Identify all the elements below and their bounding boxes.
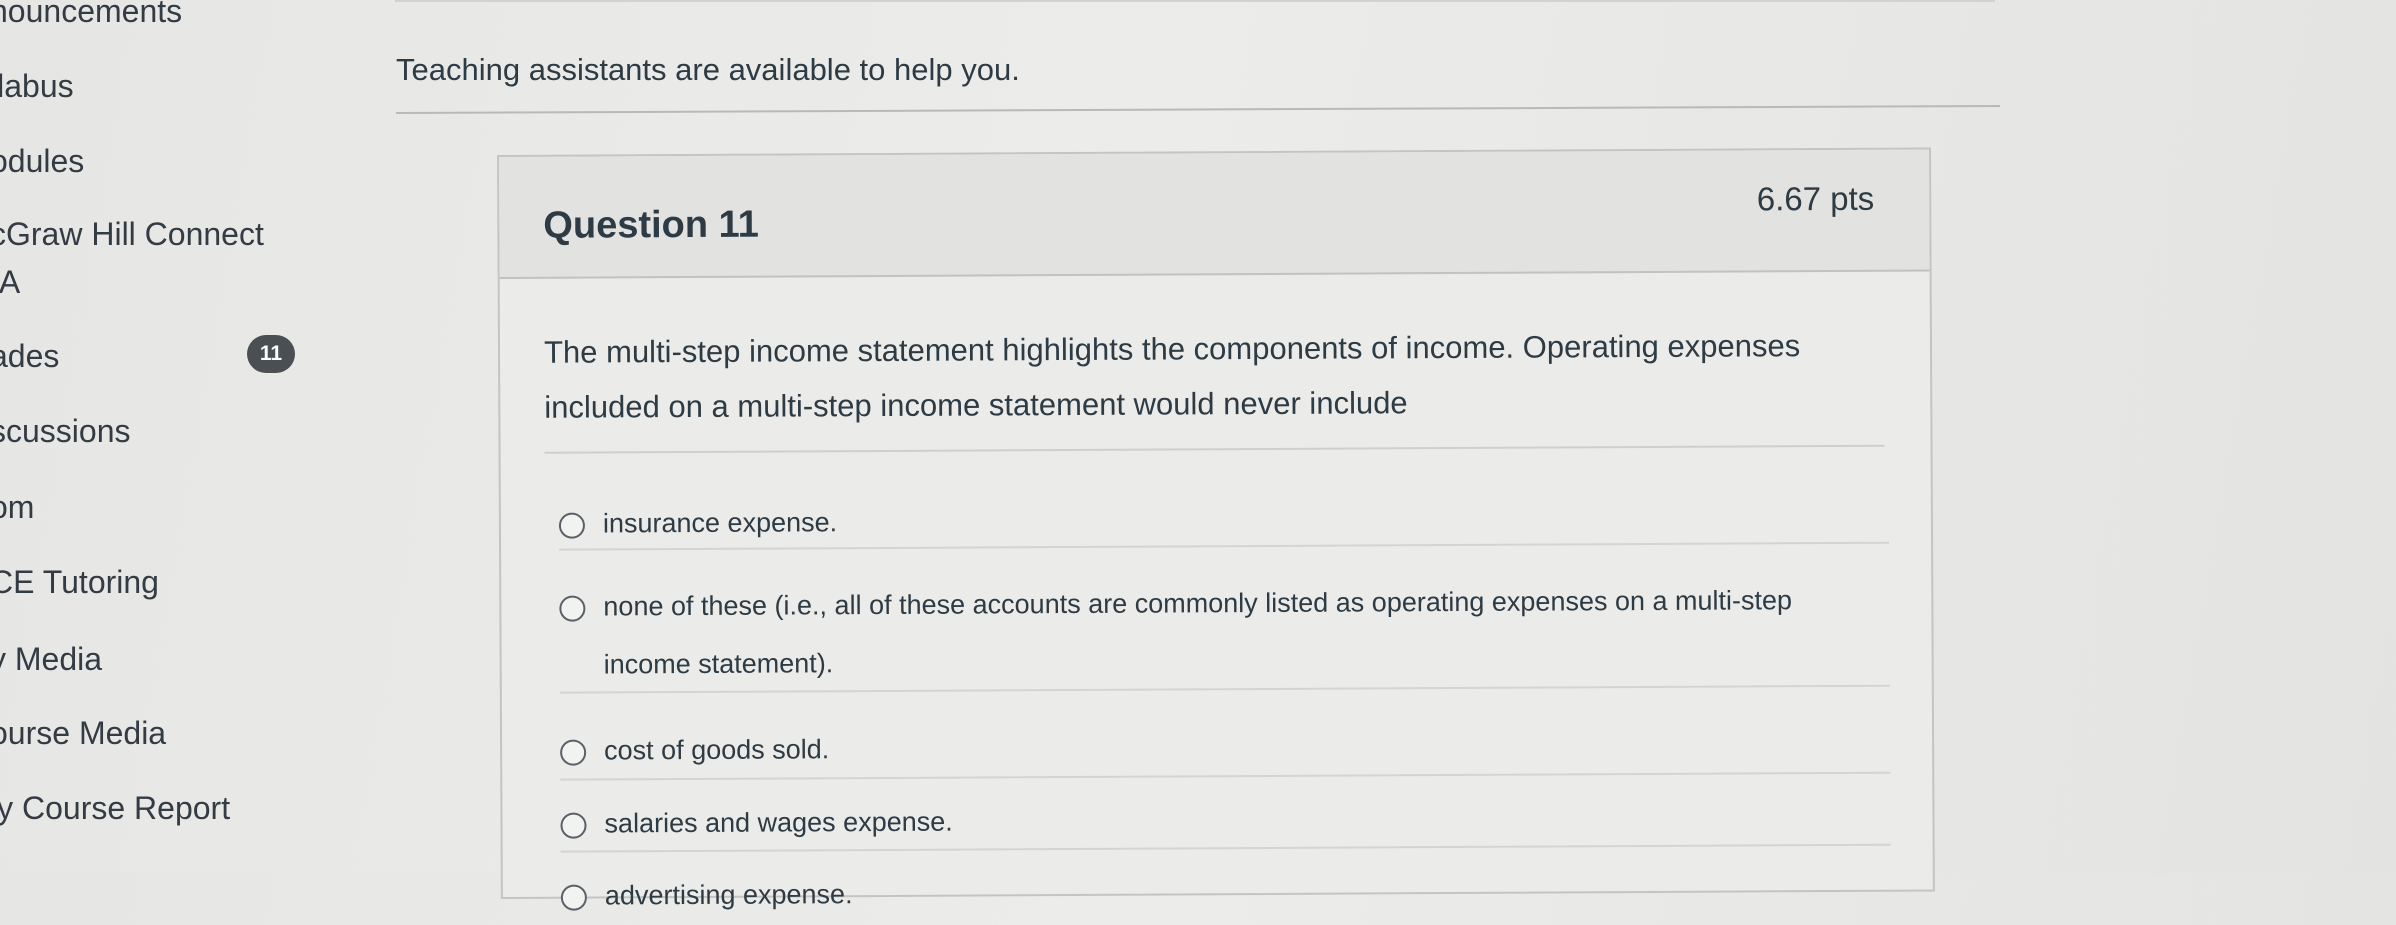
answer-radio[interactable]: [560, 812, 587, 839]
nav-zoom[interactable]: om: [0, 488, 34, 526]
nav-mcgraw-hill-connect[interactable]: cGraw Hill Connect: [0, 215, 264, 253]
nav-ace-tutoring[interactable]: CE Tutoring: [0, 563, 159, 601]
question-text: The multi-step income statement highligh…: [543, 328, 1801, 425]
nav-announcements[interactable]: nouncements: [0, 0, 182, 30]
question-title: Question 11: [543, 203, 759, 247]
nav-my-media[interactable]: y Media: [0, 640, 102, 678]
answer-option-cost-of-goods-sold[interactable]: cost of goods sold.: [560, 727, 1890, 766]
question-divider: [544, 444, 1885, 454]
answer-option-salaries-and-wages[interactable]: salaries and wages expense.: [560, 800, 1890, 839]
course-navigation: nouncements llabus odules cGraw Hill Con…: [0, 0, 330, 873]
nav-weekly-course-report[interactable]: ly Course Report: [0, 789, 230, 827]
answer-option-none-of-these[interactable]: none of these (i.e., all of these accoun…: [559, 583, 1889, 679]
answer-label: cost of goods sold.: [604, 734, 830, 766]
answer-radio[interactable]: [558, 512, 586, 539]
answer-radio[interactable]: [559, 595, 586, 622]
nav-syllabus[interactable]: llabus: [0, 67, 74, 105]
answer-label: none of these (i.e., all of these accoun…: [603, 585, 1793, 680]
nav-ia[interactable]: IA: [0, 263, 20, 301]
ta-notice: Teaching assistants are available to hel…: [396, 52, 1020, 87]
nav-modules[interactable]: odules: [0, 142, 84, 180]
nav-discussions[interactable]: scussions: [0, 412, 131, 450]
grades-count-badge: 11: [247, 335, 295, 373]
notice-divider: [396, 105, 2000, 114]
question-card: Question 11 6.67 pts The multi-step inco…: [497, 147, 1935, 911]
answer-label: salaries and wages expense.: [604, 806, 953, 839]
nav-grades[interactable]: ades: [0, 337, 59, 375]
answer-radio[interactable]: [560, 739, 587, 766]
nav-course-media[interactable]: ourse Media: [0, 714, 166, 752]
question-points: 6.67 pts: [1756, 179, 1875, 218]
answer-label: advertising expense.: [604, 879, 853, 911]
question-header: Question 11 6.67 pts: [499, 149, 1930, 279]
answer-option-insurance-expense[interactable]: insurance expense.: [558, 500, 1889, 539]
answer-radio[interactable]: [560, 884, 587, 911]
top-divider: [395, 0, 1995, 2]
